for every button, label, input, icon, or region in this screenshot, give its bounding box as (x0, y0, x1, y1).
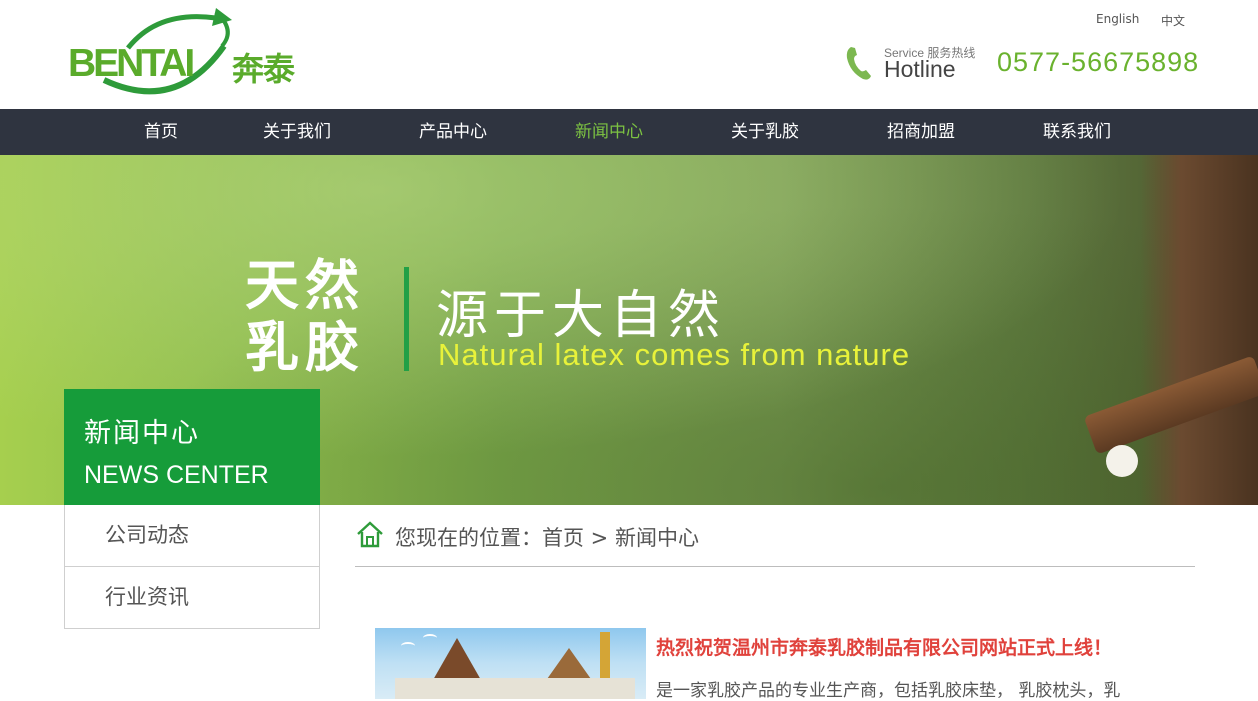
main-nav: 首页 关于我们 产品中心 新闻中心 关于乳胶 招商加盟 联系我们 (0, 109, 1258, 155)
nav-item-products[interactable]: 产品中心 (419, 109, 487, 155)
sidebar-item-company-news[interactable]: 公司动态 (65, 505, 319, 566)
logo-chinese-text: 奔泰 (232, 50, 295, 88)
news-thumbnail[interactable] (375, 628, 646, 699)
sidebar-menu: 公司动态 行业资讯 (64, 505, 320, 629)
breadcrumb-separator: > (584, 526, 615, 550)
sidebar-title-english: NEWS CENTER (84, 461, 269, 489)
breadcrumb-current[interactable]: 新闻中心 (615, 526, 699, 550)
breadcrumb: 您现在的位置：首页 > 新闻中心 (355, 518, 1195, 567)
breadcrumb-home-link[interactable]: 首页 (542, 526, 584, 550)
banner-slogan-english: Natural latex comes from nature (438, 337, 911, 372)
banner-tree-trunk (1140, 155, 1258, 505)
news-title-link[interactable]: 热烈祝贺温州市奔泰乳胶制品有限公司网站正式上线！ (656, 633, 1112, 660)
lang-chinese-link[interactable]: 中文 (1161, 12, 1185, 29)
temple-roof-shape (433, 638, 481, 680)
sidebar-item-industry-news[interactable]: 行业资讯 (65, 566, 319, 628)
nav-item-franchise[interactable]: 招商加盟 (887, 109, 955, 155)
banner-latex-drip (1106, 445, 1138, 477)
bird-shape (401, 642, 415, 650)
logo-text: BENTAI (68, 42, 195, 85)
hotline-number: 0577-56675898 (997, 47, 1200, 77)
nav-item-about-latex[interactable]: 关于乳胶 (731, 109, 799, 155)
sidebar-title-box: 新闻中心 NEWS CENTER (64, 389, 320, 505)
banner-slogan-line1: 天然 (245, 254, 365, 317)
temple-base-shape (395, 678, 635, 699)
breadcrumb-text: 您现在的位置：首页 > 新闻中心 (395, 522, 699, 552)
banner-slogan-line2: 乳胶 (245, 316, 365, 379)
site-logo[interactable]: BENTAI 奔泰 (66, 6, 306, 102)
home-icon (357, 521, 383, 548)
nav-item-home[interactable]: 首页 (144, 109, 178, 155)
nav-item-news[interactable]: 新闻中心 (575, 109, 643, 155)
lang-english-link[interactable]: English (1096, 12, 1139, 26)
site-header: BENTAI 奔泰 English 中文 Service 服务热线 Hotlin… (0, 0, 1258, 109)
hotline-title: Hotline (884, 56, 956, 82)
banner-divider (404, 267, 409, 371)
sidebar-title-chinese: 新闻中心 (84, 418, 200, 449)
nav-item-about[interactable]: 关于我们 (263, 109, 331, 155)
phone-icon (846, 47, 871, 80)
breadcrumb-prefix: 您现在的位置： (395, 526, 542, 550)
banner-slogan-big: 天然 乳胶 (245, 255, 375, 379)
news-excerpt: 是一家乳胶产品的专业生产商，包括乳胶床垫， 乳胶枕头，乳 (656, 681, 1121, 701)
nav-item-contact[interactable]: 联系我们 (1043, 109, 1111, 155)
